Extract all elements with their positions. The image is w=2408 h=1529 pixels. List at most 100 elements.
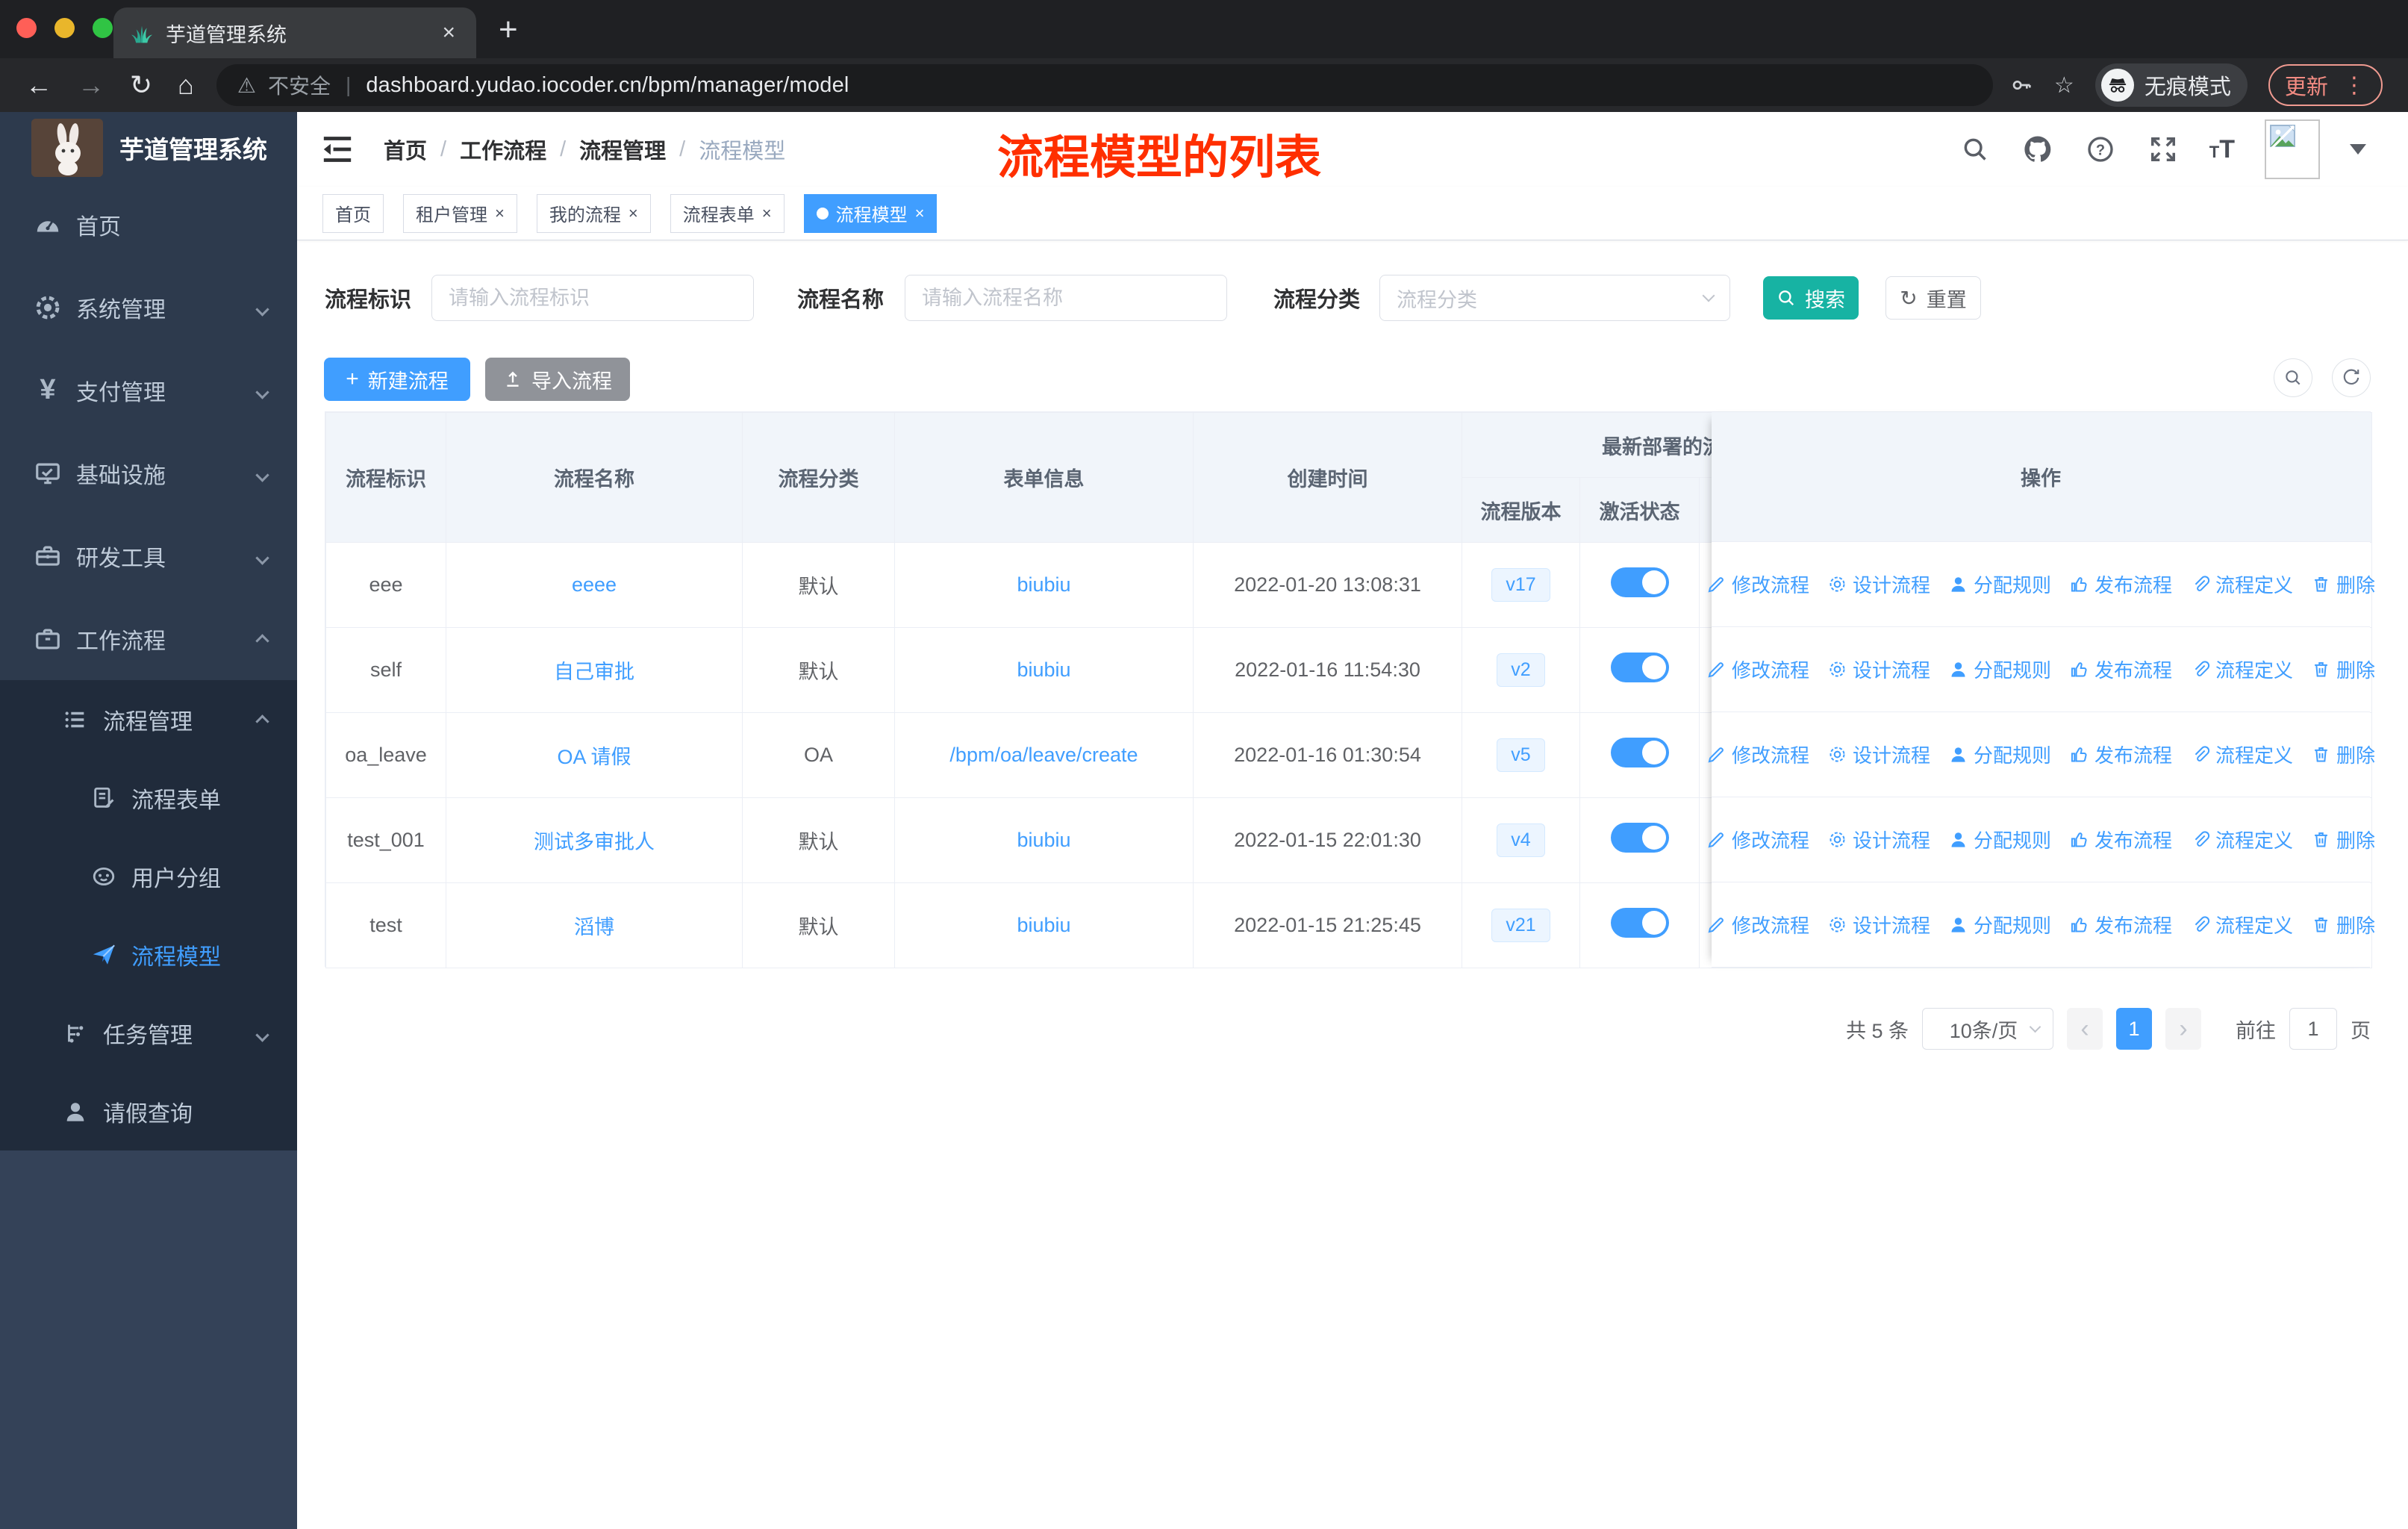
sidebar-item-leave-query[interactable]: 请假查询 — [0, 1072, 297, 1150]
edit-process-link[interactable]: 修改流程 — [1706, 570, 1809, 598]
process-definition-link[interactable]: 流程定义 — [2190, 570, 2293, 598]
close-window-button[interactable] — [16, 18, 37, 38]
avatar-caret-icon[interactable] — [2350, 144, 2366, 155]
publish-process-link[interactable]: 发布流程 — [2069, 911, 2172, 938]
home-icon[interactable]: ⌂ — [178, 72, 194, 99]
active-toggle[interactable] — [1610, 908, 1669, 938]
goto-page-input[interactable] — [2289, 1008, 2337, 1050]
form-info-link[interactable]: biubiu — [1017, 914, 1070, 936]
process-definition-link[interactable]: 流程定义 — [2190, 655, 2293, 683]
design-process-link[interactable]: 设计流程 — [1827, 741, 1930, 768]
update-browser-button[interactable]: 更新 ⋮ — [2268, 64, 2383, 106]
browser-tab[interactable]: 芋道管理系统 × — [113, 7, 476, 58]
assign-rule-link[interactable]: 分配规则 — [1948, 911, 2051, 938]
process-definition-link[interactable]: 流程定义 — [2190, 741, 2293, 768]
design-process-link[interactable]: 设计流程 — [1827, 570, 1930, 598]
reset-button[interactable]: ↻ 重置 — [1885, 276, 1981, 320]
tag-my-process[interactable]: 我的流程 × — [536, 193, 651, 233]
fullscreen-icon[interactable] — [2147, 133, 2180, 166]
zoom-window-button[interactable] — [93, 18, 113, 38]
form-info-link[interactable]: /bpm/oa/leave/create — [949, 744, 1138, 766]
tag-tenant[interactable]: 租户管理 × — [403, 193, 517, 233]
assign-rule-link[interactable]: 分配规则 — [1948, 826, 2051, 853]
category-select[interactable]: 流程分类 — [1379, 275, 1730, 321]
tag-close-icon[interactable]: × — [915, 204, 925, 223]
url-bar[interactable]: ⚠ 不安全 | dashboard.yudao.iocoder.cn/bpm/m… — [216, 64, 1993, 106]
search-icon[interactable] — [1959, 133, 1991, 166]
delete-link[interactable]: 删除 — [2311, 911, 2375, 938]
security-label[interactable]: 不安全 — [268, 70, 331, 100]
tag-process-model[interactable]: 流程模型 × — [803, 193, 938, 233]
process-name-link[interactable]: eeee — [572, 573, 617, 596]
assign-rule-link[interactable]: 分配规则 — [1948, 570, 2051, 598]
sidebar-item-process-model[interactable]: 流程模型 — [0, 915, 297, 994]
process-name-input[interactable] — [905, 275, 1227, 321]
form-info-link[interactable]: biubiu — [1017, 829, 1070, 851]
publish-process-link[interactable]: 发布流程 — [2069, 655, 2172, 683]
password-key-icon[interactable] — [2009, 73, 2033, 97]
prev-page-button[interactable]: ‹ — [2067, 1008, 2103, 1050]
version-badge[interactable]: v2 — [1497, 653, 1545, 687]
breadcrumb-workflow[interactable]: 工作流程 — [460, 134, 546, 165]
process-definition-link[interactable]: 流程定义 — [2190, 911, 2293, 938]
active-toggle[interactable] — [1610, 653, 1669, 682]
publish-process-link[interactable]: 发布流程 — [2069, 741, 2172, 768]
form-info-link[interactable]: biubiu — [1017, 573, 1070, 596]
delete-link[interactable]: 删除 — [2311, 570, 2375, 598]
version-badge[interactable]: v5 — [1497, 738, 1545, 772]
tag-close-icon[interactable]: × — [628, 204, 638, 223]
process-id-input[interactable] — [431, 275, 754, 321]
active-toggle[interactable] — [1610, 567, 1669, 597]
create-process-button[interactable]: + 新建流程 — [324, 358, 470, 401]
sidebar-item-devtools[interactable]: 研发工具 — [0, 514, 297, 597]
font-size-icon[interactable]: TT — [2209, 135, 2235, 164]
assign-rule-link[interactable]: 分配规则 — [1948, 741, 2051, 768]
tab-close-icon[interactable]: × — [437, 20, 460, 46]
url-text[interactable]: dashboard.yudao.iocoder.cn/bpm/manager/m… — [366, 73, 849, 98]
version-badge[interactable]: v17 — [1491, 568, 1550, 602]
design-process-link[interactable]: 设计流程 — [1827, 826, 1930, 853]
bookmark-star-icon[interactable]: ☆ — [2054, 72, 2074, 99]
page-size-select[interactable]: 10条/页 — [1922, 1008, 2053, 1050]
design-process-link[interactable]: 设计流程 — [1827, 655, 1930, 683]
design-process-link[interactable]: 设计流程 — [1827, 911, 1930, 938]
back-icon[interactable]: ← — [25, 72, 52, 99]
active-toggle[interactable] — [1610, 823, 1669, 853]
edit-process-link[interactable]: 修改流程 — [1706, 741, 1809, 768]
tag-home[interactable]: 首页 — [322, 193, 384, 233]
new-tab-button[interactable]: + — [499, 13, 518, 46]
forward-icon[interactable]: → — [78, 72, 105, 99]
process-name-link[interactable]: OA 请假 — [557, 746, 631, 768]
active-toggle[interactable] — [1610, 738, 1669, 767]
version-badge[interactable]: v4 — [1497, 823, 1545, 857]
version-badge[interactable]: v21 — [1491, 909, 1550, 942]
minimize-window-button[interactable] — [54, 18, 75, 38]
delete-link[interactable]: 删除 — [2311, 655, 2375, 683]
sidebar-item-workflow[interactable]: 工作流程 — [0, 597, 297, 680]
sidebar-item-system[interactable]: 系统管理 — [0, 266, 297, 349]
reload-icon[interactable]: ↻ — [130, 72, 152, 99]
browser-menu-icon[interactable]: ⋮ — [2343, 72, 2366, 99]
sidebar-item-task-mgmt[interactable]: 任务管理 — [0, 994, 297, 1072]
next-page-button[interactable]: › — [2165, 1008, 2201, 1050]
edit-process-link[interactable]: 修改流程 — [1706, 826, 1809, 853]
sidebar-item-home[interactable]: 首页 — [0, 183, 297, 266]
process-name-link[interactable]: 自己审批 — [554, 661, 634, 683]
show-search-button[interactable] — [2274, 358, 2312, 397]
tag-close-icon[interactable]: × — [762, 204, 772, 223]
refresh-table-button[interactable] — [2332, 358, 2371, 397]
tag-process-form[interactable]: 流程表单 × — [670, 193, 785, 233]
process-name-link[interactable]: 滔博 — [574, 916, 614, 938]
avatar[interactable] — [2265, 119, 2320, 179]
breadcrumb-home[interactable]: 首页 — [384, 134, 427, 165]
assign-rule-link[interactable]: 分配规则 — [1948, 655, 2051, 683]
edit-process-link[interactable]: 修改流程 — [1706, 911, 1809, 938]
publish-process-link[interactable]: 发布流程 — [2069, 826, 2172, 853]
import-process-button[interactable]: 导入流程 — [485, 358, 630, 401]
publish-process-link[interactable]: 发布流程 — [2069, 570, 2172, 598]
process-definition-link[interactable]: 流程定义 — [2190, 826, 2293, 853]
sidebar-item-payment[interactable]: ¥ 支付管理 — [0, 349, 297, 432]
sidebar-item-infra[interactable]: 基础设施 — [0, 432, 297, 514]
delete-link[interactable]: 删除 — [2311, 741, 2375, 768]
delete-link[interactable]: 删除 — [2311, 826, 2375, 853]
